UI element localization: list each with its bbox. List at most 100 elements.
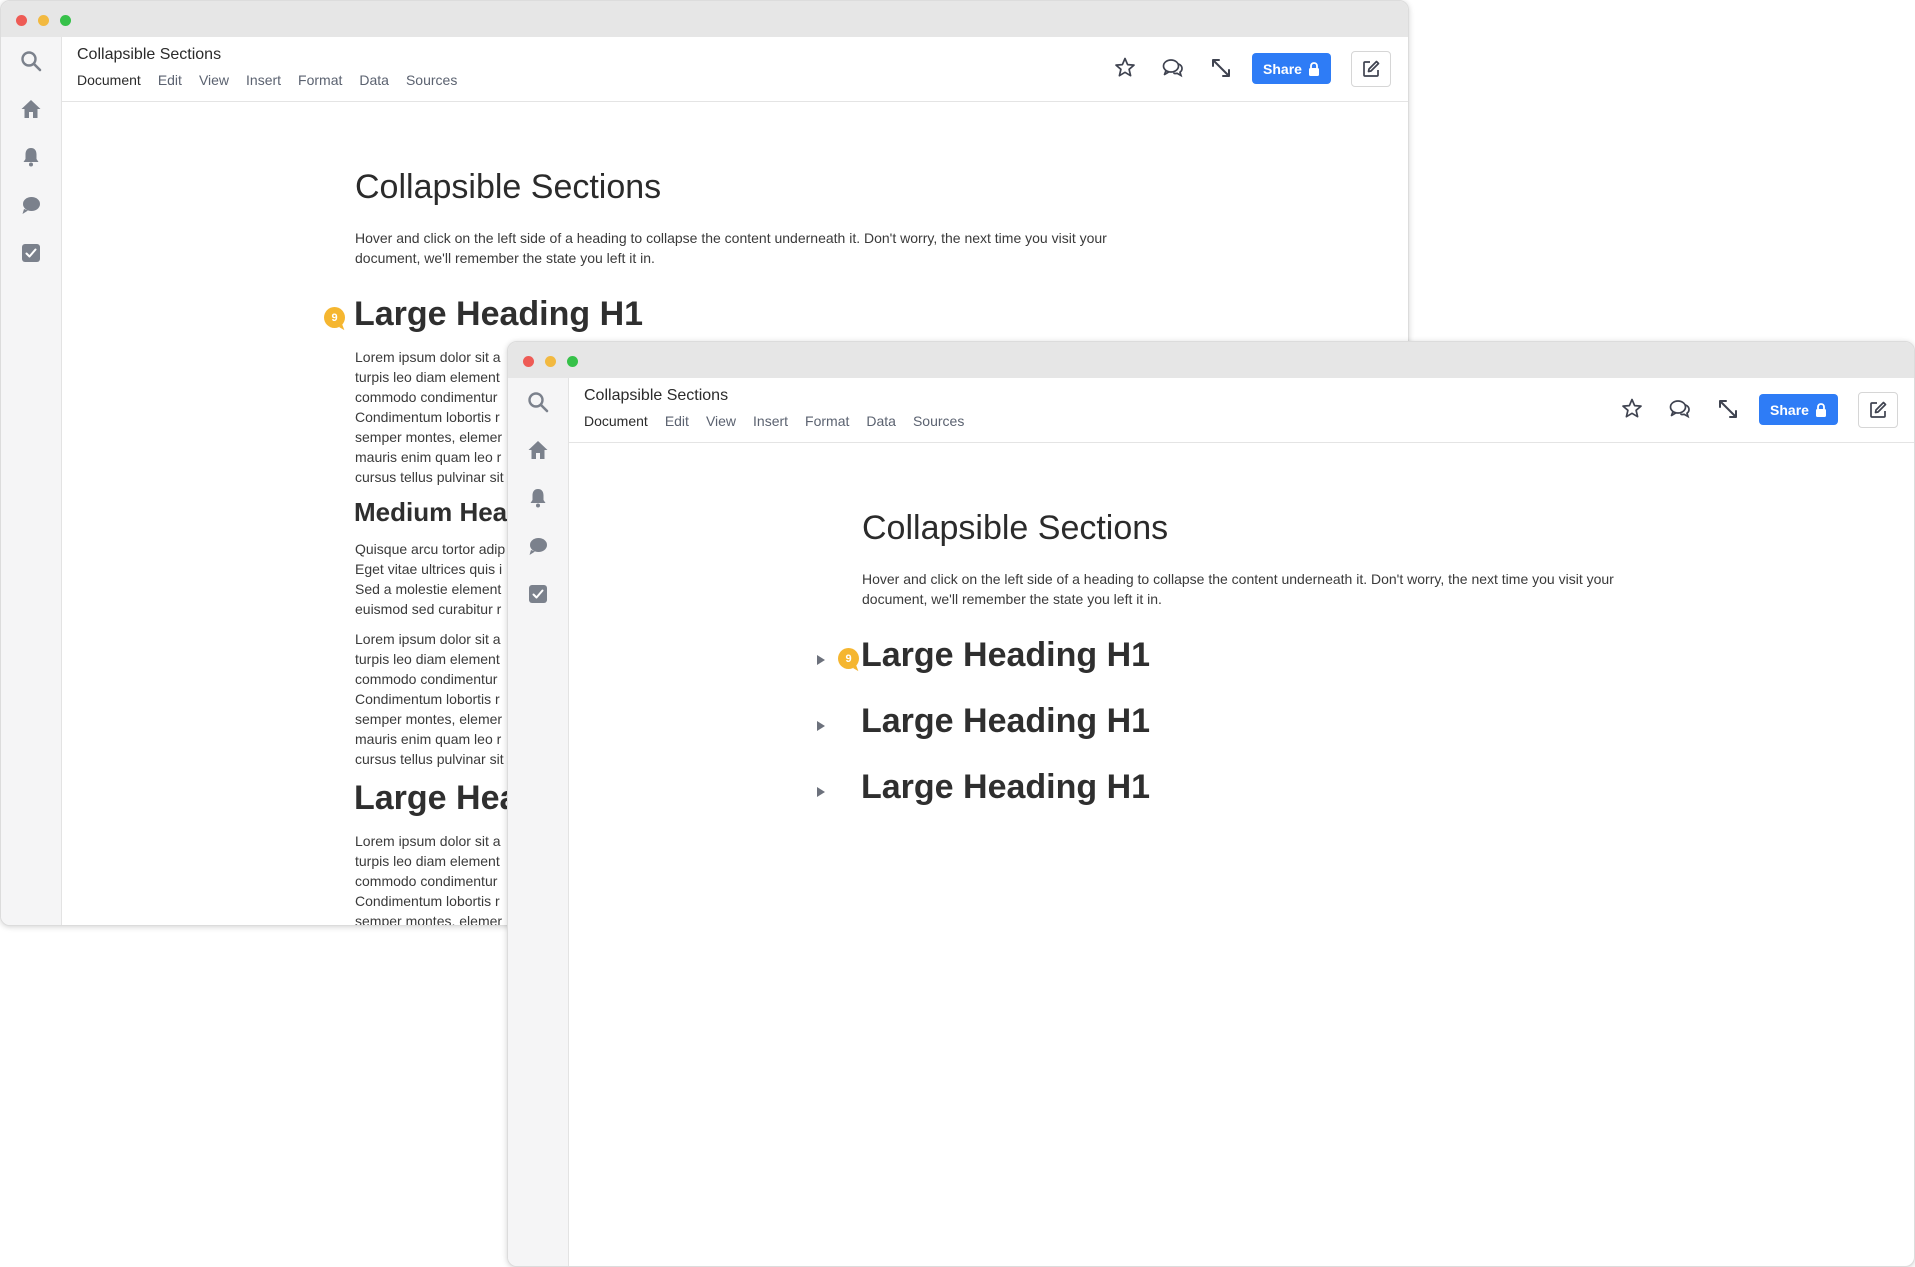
menu-document[interactable]: Document: [77, 72, 141, 88]
paragraph: Lorem ipsum dolor sit a turpis leo diam …: [355, 629, 504, 769]
paragraph-line: Quisque arcu tortor adip: [355, 541, 506, 557]
paragraph-line: commodo condimentur: [355, 671, 498, 687]
close-window-button[interactable]: [16, 15, 27, 26]
paragraph-line: Lorem ipsum dolor sit a: [355, 631, 501, 647]
paragraph-line: Sed a molestie element: [355, 581, 502, 597]
document-header: Collapsible Sections Document Edit View …: [62, 37, 1408, 102]
section-heading-h1[interactable]: Large Hea: [354, 779, 518, 818]
section-heading-h1[interactable]: Large Heading H1: [861, 702, 1150, 741]
paragraph-line: semper montes, elemer: [355, 429, 503, 445]
page-title: Collapsible Sections: [862, 509, 1169, 547]
intro-line: Hover and click on the left side of a he…: [862, 571, 1614, 587]
chat-icon[interactable]: [19, 193, 43, 217]
collapse-toggle-icon[interactable]: [815, 653, 827, 667]
sidebar: [1, 37, 62, 925]
edit-button[interactable]: [1858, 392, 1898, 428]
collapse-toggle-icon[interactable]: [815, 719, 827, 733]
share-label: Share: [1770, 401, 1809, 418]
page-title: Collapsible Sections: [355, 168, 662, 206]
menu-data[interactable]: Data: [866, 413, 896, 429]
paragraph-line: Eget vitae ultrices quis i: [355, 561, 503, 577]
search-icon[interactable]: [526, 390, 550, 414]
expand-icon[interactable]: [1715, 396, 1741, 422]
paragraph-line: Condimentum lobortis r: [355, 409, 500, 425]
checkbox-icon[interactable]: [526, 582, 550, 606]
menu-sources[interactable]: Sources: [913, 413, 964, 429]
paragraph-line: mauris enim quam leo r: [355, 449, 502, 465]
minimize-window-button[interactable]: [545, 356, 556, 367]
share-button[interactable]: Share: [1252, 53, 1331, 84]
collapse-toggle-icon[interactable]: [815, 785, 827, 799]
paragraph-line: semper montes, elemer: [355, 711, 503, 727]
intro-text: Hover and click on the left side of a he…: [862, 569, 1682, 609]
zoom-window-button[interactable]: [60, 15, 71, 26]
section-heading-h2[interactable]: Medium Hea: [354, 497, 507, 528]
comment-count-badge[interactable]: 9: [324, 307, 345, 328]
minimize-window-button[interactable]: [38, 15, 49, 26]
paragraph-line: Condimentum lobortis r: [355, 893, 500, 909]
menu-view[interactable]: View: [706, 413, 736, 429]
share-button[interactable]: Share: [1759, 394, 1838, 425]
menu-document[interactable]: Document: [584, 413, 648, 429]
bell-icon[interactable]: [526, 486, 550, 510]
document-body: Collapsible Sections Hover and click on …: [569, 443, 1914, 1266]
paragraph-line: Lorem ipsum dolor sit a: [355, 349, 501, 365]
chat-icon[interactable]: [526, 534, 550, 558]
home-icon[interactable]: [526, 438, 550, 462]
intro-line: document, we'll remember the state you l…: [862, 591, 1162, 607]
paragraph: Lorem ipsum dolor sit a turpis leo diam …: [355, 831, 503, 926]
paragraph-line: mauris enim quam leo r: [355, 731, 502, 747]
section-heading-h1[interactable]: Large Heading H1: [354, 295, 643, 334]
document-title: Collapsible Sections: [77, 46, 222, 63]
paragraph: Lorem ipsum dolor sit a turpis leo diam …: [355, 347, 504, 487]
star-icon[interactable]: [1619, 396, 1645, 422]
paragraph-line: Condimentum lobortis r: [355, 691, 500, 707]
menu-sources[interactable]: Sources: [406, 72, 457, 88]
paragraph-line: turpis leo diam element: [355, 651, 500, 667]
intro-line: document, we'll remember the state you l…: [355, 250, 655, 266]
menu-format[interactable]: Format: [298, 72, 342, 88]
document-header: Collapsible Sections Document Edit View …: [569, 378, 1914, 443]
section-heading-h1[interactable]: Large Heading H1: [861, 768, 1150, 807]
title-bar[interactable]: [1, 1, 1408, 37]
title-bar[interactable]: [508, 342, 1914, 378]
paragraph-line: cursus tellus pulvinar sit: [355, 469, 504, 485]
menu-insert[interactable]: Insert: [753, 413, 788, 429]
paragraph-line: commodo condimentur: [355, 389, 498, 405]
edit-icon: [1870, 401, 1887, 418]
menu-bar: Document Edit View Insert Format Data So…: [584, 413, 981, 429]
paragraph-line: Lorem ipsum dolor sit a: [355, 833, 501, 849]
paragraph-line: cursus tellus pulvinar sit: [355, 751, 504, 767]
comment-count-badge[interactable]: 9: [838, 648, 859, 669]
document-window-front: Collapsible Sections Document Edit View …: [507, 341, 1915, 1267]
menu-edit[interactable]: Edit: [158, 72, 182, 88]
menu-edit[interactable]: Edit: [665, 413, 689, 429]
lock-icon: [1815, 402, 1826, 417]
menu-data[interactable]: Data: [359, 72, 389, 88]
share-label: Share: [1263, 60, 1302, 77]
star-icon[interactable]: [1112, 55, 1138, 81]
zoom-window-button[interactable]: [567, 356, 578, 367]
comments-icon[interactable]: [1667, 396, 1693, 422]
sidebar: [508, 378, 569, 1266]
paragraph-line: turpis leo diam element: [355, 369, 500, 385]
intro-line: Hover and click on the left side of a he…: [355, 230, 1107, 246]
edit-button[interactable]: [1351, 51, 1391, 87]
paragraph-line: semper montes, elemer: [355, 913, 503, 926]
paragraph-line: turpis leo diam element: [355, 853, 500, 869]
edit-icon: [1363, 60, 1380, 77]
paragraph-line: euismod sed curabitur r: [355, 601, 502, 617]
home-icon[interactable]: [19, 97, 43, 121]
search-icon[interactable]: [19, 49, 43, 73]
checkbox-icon[interactable]: [19, 241, 43, 265]
menu-insert[interactable]: Insert: [246, 72, 281, 88]
bell-icon[interactable]: [19, 145, 43, 169]
menu-format[interactable]: Format: [805, 413, 849, 429]
intro-text: Hover and click on the left side of a he…: [355, 228, 1175, 268]
comments-icon[interactable]: [1160, 55, 1186, 81]
document-title: Collapsible Sections: [584, 387, 729, 404]
section-heading-h1[interactable]: Large Heading H1: [861, 636, 1150, 675]
close-window-button[interactable]: [523, 356, 534, 367]
menu-view[interactable]: View: [199, 72, 229, 88]
expand-icon[interactable]: [1208, 55, 1234, 81]
